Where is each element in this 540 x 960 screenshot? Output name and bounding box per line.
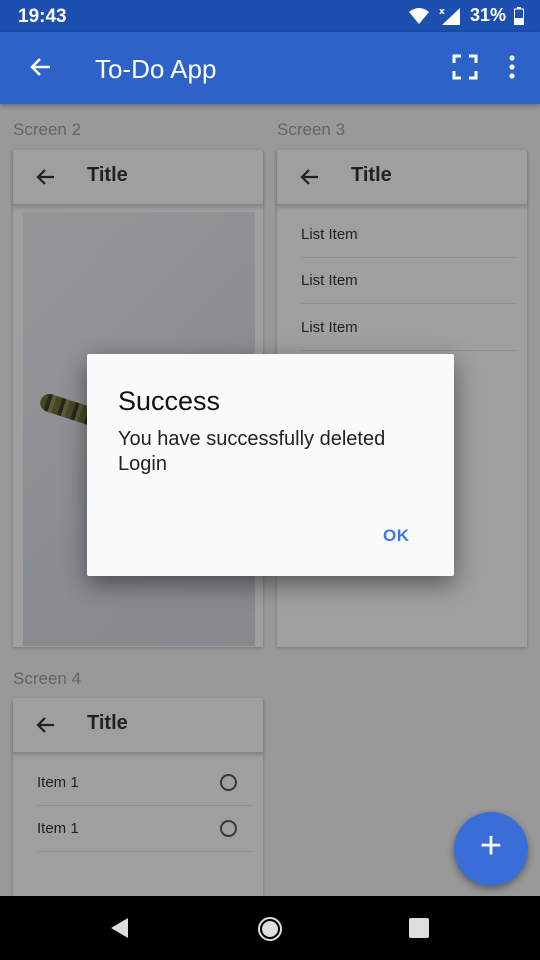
app-bar: To-Do App (0, 32, 540, 104)
status-time: 19:43 (18, 6, 67, 27)
plus-icon: + (479, 825, 503, 867)
wifi-icon (408, 7, 429, 24)
dialog-title: Success (118, 386, 221, 416)
status-icons: x 31% (408, 5, 524, 26)
battery-percent: 31% (469, 5, 506, 25)
svg-text:x: x (439, 7, 445, 17)
nav-recents-icon[interactable] (408, 917, 430, 939)
battery-icon (514, 6, 524, 25)
nav-back-icon[interactable] (108, 916, 130, 940)
dialog-message: You have successfully deleted Login (118, 428, 386, 475)
system-nav-bar (0, 896, 540, 960)
app-title: To-Do App (95, 54, 217, 84)
signal-icon: x (439, 7, 460, 25)
back-arrow-icon[interactable] (28, 54, 54, 80)
status-bar: 19:43 x 31% (0, 0, 540, 32)
more-vert-icon[interactable] (500, 54, 524, 80)
success-dialog: Success You have successfully deleted Lo… (87, 354, 454, 576)
ok-button[interactable]: OK (383, 526, 410, 546)
nav-home-icon[interactable] (257, 916, 283, 942)
add-fab-button[interactable]: + (454, 812, 528, 886)
fullscreen-icon[interactable] (452, 54, 478, 80)
